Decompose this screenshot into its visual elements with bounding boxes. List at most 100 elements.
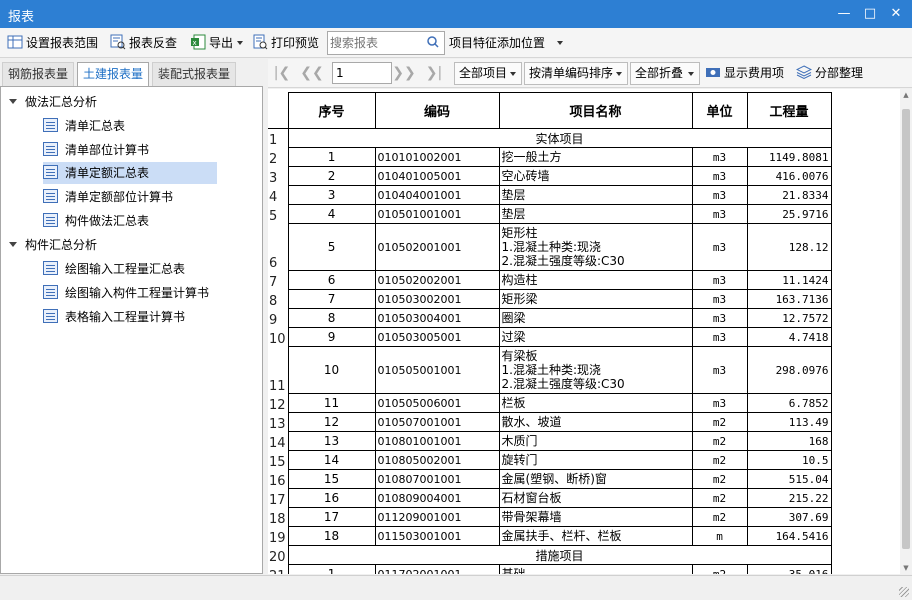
tree-group-practice-summary[interactable]: 做法汇总分析 bbox=[9, 91, 97, 113]
last-page-icon[interactable]: ❯| bbox=[422, 63, 446, 83]
table-row[interactable]: 11 10 010505001001 有梁板 1.混凝土种类:现浇 2.混凝土强度等级:C… bbox=[268, 346, 832, 394]
cell-code: 011503001001 bbox=[374, 526, 500, 546]
resize-grip-icon[interactable] bbox=[899, 587, 909, 597]
cell-quantity: 12.7572 bbox=[746, 308, 832, 328]
chevron-down-icon bbox=[616, 72, 622, 76]
chevron-down-icon bbox=[237, 41, 244, 45]
cell-code: 011702001001 bbox=[374, 564, 500, 574]
cell-name: 过梁 bbox=[498, 327, 693, 347]
page-number-input[interactable]: 1 bbox=[332, 62, 392, 84]
report-check-button[interactable]: 报表反查 bbox=[110, 33, 177, 53]
table-row[interactable]: 10 9 010503005001 过梁 m3 4.7418 bbox=[268, 327, 832, 347]
table-row[interactable]: 13 12 010507001001 散水、坡道 m2 113.49 bbox=[268, 412, 832, 432]
tree-item-component-practice-summary[interactable]: 构件做法汇总表 bbox=[43, 210, 149, 232]
scroll-down-icon[interactable]: ▼ bbox=[900, 562, 912, 574]
table-row[interactable]: 2 1 010101002001 挖一般土方 m3 1149.8081 bbox=[268, 147, 832, 167]
row-number: 8 bbox=[268, 289, 289, 309]
expand-arrow-icon[interactable] bbox=[9, 242, 17, 247]
table-row[interactable]: 8 7 010503002001 矩形梁 m3 163.7136 bbox=[268, 289, 832, 309]
cell-unit: m3 bbox=[691, 393, 748, 413]
cell-code: 010503004001 bbox=[374, 308, 500, 328]
table-row[interactable]: 7 6 010502002001 构造柱 m3 11.1424 bbox=[268, 270, 832, 290]
maximize-button[interactable]: □ bbox=[860, 4, 880, 24]
table-row[interactable]: 6 5 010502001001 矩形柱 1.混凝土种类:现浇 2.混凝土强度等级:C30… bbox=[268, 223, 832, 271]
scroll-thumb[interactable] bbox=[902, 109, 910, 549]
report-doc-icon bbox=[43, 285, 58, 299]
cell-name: 矩形柱 1.混凝土种类:现浇 2.混凝土强度等级:C30 bbox=[498, 223, 693, 271]
layers-icon bbox=[796, 65, 812, 80]
table-row[interactable]: 3 2 010401005001 空心砖墙 m3 416.0076 bbox=[268, 166, 832, 186]
header-code: 编码 bbox=[374, 92, 500, 129]
vertical-scrollbar[interactable]: ▲ ▼ bbox=[900, 89, 912, 574]
report-type-tabs: 钢筋报表量 土建报表量 装配式报表量 bbox=[0, 59, 266, 87]
feature-position-dropdown[interactable]: 项目特征添加位置 bbox=[449, 33, 564, 53]
first-page-icon[interactable]: |❮ bbox=[270, 63, 294, 83]
row-number bbox=[268, 92, 289, 129]
tree-item-drawing-quantity-summary[interactable]: 绘图输入工程量汇总表 bbox=[43, 258, 185, 280]
arrange-button[interactable]: 分部整理 bbox=[796, 63, 863, 83]
item-filter-dropdown[interactable]: 全部项目 bbox=[454, 62, 522, 85]
table-row[interactable]: 16 15 010807001001 金属(塑钢、断桥)窗 m2 515.04 bbox=[268, 469, 832, 489]
row-number: 2 bbox=[268, 147, 289, 167]
cell-unit: m3 bbox=[691, 327, 748, 347]
row-number: 4 bbox=[268, 185, 289, 205]
report-doc-icon bbox=[43, 118, 58, 132]
section-row-measures: 20 措施项目 bbox=[268, 545, 832, 565]
row-number: 18 bbox=[268, 507, 289, 527]
cell-no: 17 bbox=[287, 507, 376, 527]
cell-name: 栏板 bbox=[498, 393, 693, 413]
table-row[interactable]: 4 3 010404001001 垫层 m3 21.8334 bbox=[268, 185, 832, 205]
tree-item-bill-location-calc[interactable]: 清单部位计算书 bbox=[43, 139, 149, 161]
cell-no: 10 bbox=[287, 346, 376, 394]
sort-dropdown[interactable]: 按清单编码排序 bbox=[524, 62, 628, 85]
tree-item-label: 清单定额汇总表 bbox=[65, 166, 150, 180]
table-row[interactable]: 14 13 010801001001 木质门 m2 168 bbox=[268, 431, 832, 451]
cell-code: 010801001001 bbox=[374, 431, 500, 451]
expand-arrow-icon[interactable] bbox=[9, 99, 17, 104]
cell-no: 6 bbox=[287, 270, 376, 290]
table-row[interactable]: 18 17 011209001001 带骨架幕墙 m2 307.69 bbox=[268, 507, 832, 527]
show-cost-button[interactable]: 显示费用项 bbox=[705, 63, 784, 83]
row-number: 21 bbox=[268, 564, 289, 574]
cell-code: 011209001001 bbox=[374, 507, 500, 527]
table-row[interactable]: 19 18 011503001001 金属扶手、栏杆、栏板 m 164.5416 bbox=[268, 526, 832, 546]
table-row[interactable]: 9 8 010503004001 圈梁 m3 12.7572 bbox=[268, 308, 832, 328]
tree-item-bill-summary[interactable]: 清单汇总表 bbox=[43, 115, 125, 137]
item-filter-value: 全部项目 bbox=[459, 66, 508, 80]
table-row[interactable]: 5 4 010501001001 垫层 m3 25.9716 bbox=[268, 204, 832, 224]
cell-unit: m3 bbox=[691, 346, 748, 394]
cell-unit: m2 bbox=[691, 412, 748, 432]
table-row[interactable]: 12 11 010505006001 栏板 m3 6.7852 bbox=[268, 393, 832, 413]
tab-civil-report[interactable]: 土建报表量 bbox=[77, 62, 149, 87]
close-button[interactable]: ✕ bbox=[886, 4, 906, 24]
tree-group-component-summary[interactable]: 构件汇总分析 bbox=[9, 234, 97, 256]
tree-item-table-quantity-calc[interactable]: 表格输入工程量计算书 bbox=[43, 306, 185, 328]
prev-page-icon[interactable]: ❮❮ bbox=[300, 63, 324, 83]
export-menu-button[interactable]: x 导出 bbox=[190, 33, 244, 53]
tab-prefab-report[interactable]: 装配式报表量 bbox=[152, 62, 236, 86]
print-preview-button[interactable]: 打印预览 bbox=[252, 33, 319, 53]
table-settings-icon bbox=[7, 35, 23, 49]
table-row[interactable]: 211011702001001基础m235.016 bbox=[268, 564, 832, 574]
tree-item-bill-quota-location-calc[interactable]: 清单定额部位计算书 bbox=[43, 186, 173, 208]
tree-item-bill-quota-summary[interactable]: 清单定额汇总表 bbox=[43, 162, 217, 184]
table-row[interactable]: 15 14 010805002001 旋转门 m2 10.5 bbox=[268, 450, 832, 470]
cell-no: 2 bbox=[287, 166, 376, 186]
table-row[interactable]: 17 16 010809004001 石材窗台板 m2 215.22 bbox=[268, 488, 832, 508]
set-range-button[interactable]: 设置报表范围 bbox=[7, 33, 98, 53]
tab-rebar-report[interactable]: 钢筋报表量 bbox=[2, 62, 74, 86]
search-input[interactable] bbox=[330, 34, 422, 52]
tree-item-drawing-component-calc[interactable]: 绘图输入构件工程量计算书 bbox=[43, 282, 209, 304]
cell-no: 3 bbox=[287, 185, 376, 205]
next-page-icon[interactable]: ❯❯ bbox=[392, 63, 416, 83]
cell-name: 空心砖墙 bbox=[498, 166, 693, 186]
excel-export-icon: x bbox=[191, 34, 206, 50]
section-title: 措施项目 bbox=[287, 545, 832, 565]
fold-dropdown[interactable]: 全部折叠 bbox=[630, 62, 700, 85]
minimize-button[interactable]: — bbox=[834, 4, 854, 24]
report-page: 序号 编码 项目名称 单位 工程量 1 实体项目 2 1 010101002001 挖一般… bbox=[268, 89, 900, 574]
search-icon[interactable] bbox=[426, 35, 440, 49]
toolbar: 设置报表范围 报表反查 x 导出 打印预览 项目特征添加位置 bbox=[0, 28, 912, 58]
report-check-label: 报表反查 bbox=[129, 36, 178, 50]
scroll-up-icon[interactable]: ▲ bbox=[900, 89, 912, 101]
